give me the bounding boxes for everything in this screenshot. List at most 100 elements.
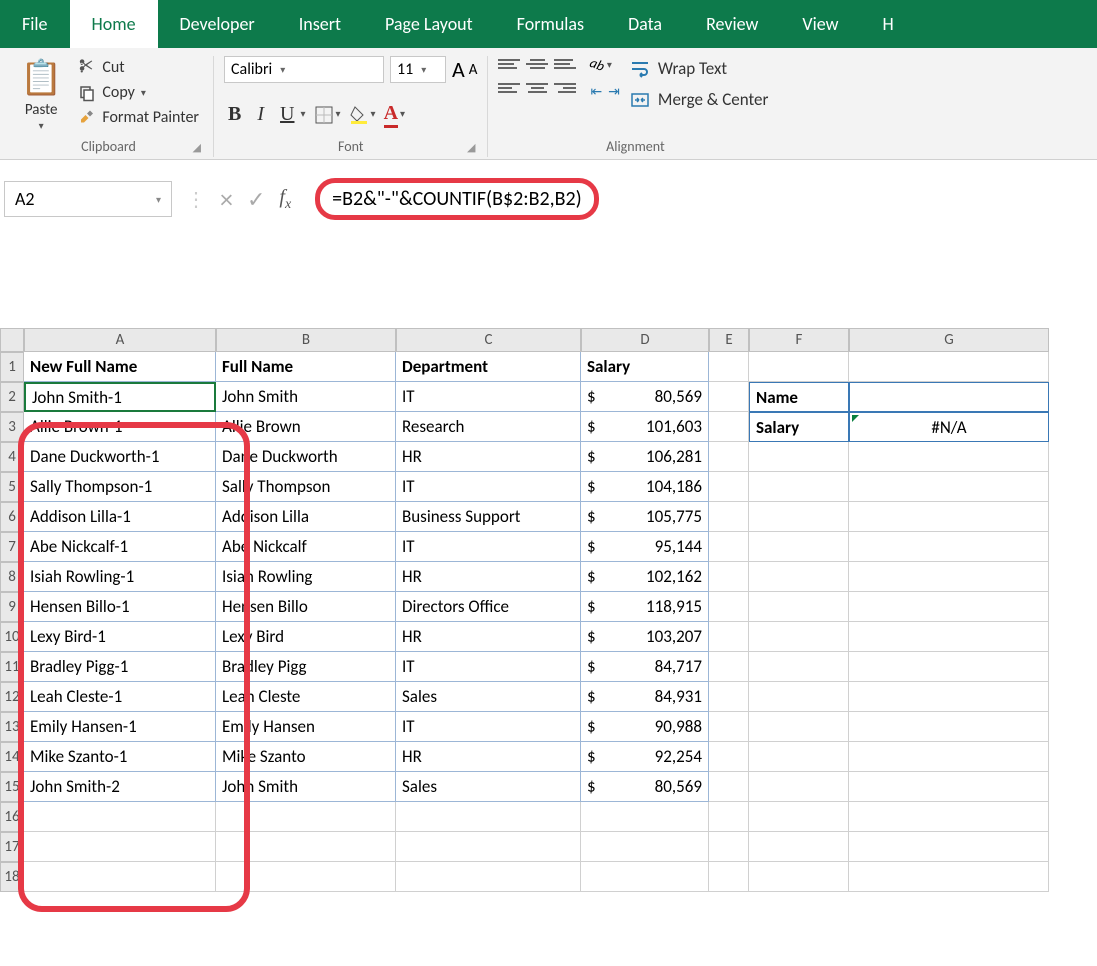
- cell[interactable]: [709, 862, 749, 892]
- chevron-down-icon[interactable]: ▾: [39, 119, 44, 132]
- fill-color-button[interactable]: ▾: [349, 105, 376, 125]
- cell[interactable]: IT: [396, 382, 581, 412]
- cell[interactable]: [849, 502, 1049, 532]
- cell[interactable]: Bradley Pigg-1: [24, 652, 216, 682]
- cell[interactable]: Directors Office: [396, 592, 581, 622]
- cell[interactable]: Addison Lilla-1: [24, 502, 216, 532]
- cell[interactable]: [749, 532, 849, 562]
- decrease-font-button[interactable]: A: [471, 61, 478, 79]
- increase-font-button[interactable]: A: [452, 56, 465, 83]
- cell[interactable]: [849, 442, 1049, 472]
- merge-center-button[interactable]: Merge & Center: [630, 89, 768, 110]
- cell[interactable]: [709, 832, 749, 862]
- cell[interactable]: Hensen Billo: [216, 592, 396, 622]
- chevron-down-icon[interactable]: ▾: [400, 109, 405, 120]
- cell[interactable]: $102,162: [581, 562, 709, 592]
- cell[interactable]: Dane Duckworth: [216, 442, 396, 472]
- col-header[interactable]: A: [24, 328, 216, 352]
- row-header[interactable]: 15: [0, 772, 24, 802]
- spreadsheet-grid[interactable]: 1 2 3 4 5 6 7 8 9 10 11 12 13 14 15 16 1…: [0, 328, 1097, 892]
- underline-button[interactable]: U: [276, 101, 298, 128]
- tab-formulas[interactable]: Formulas: [495, 0, 606, 48]
- select-all-corner[interactable]: [0, 328, 24, 352]
- wrap-text-button[interactable]: Wrap Text: [630, 58, 768, 79]
- cell[interactable]: Sally Thompson: [216, 472, 396, 502]
- row-header[interactable]: 14: [0, 742, 24, 772]
- cell[interactable]: $80,569: [581, 772, 709, 802]
- cell[interactable]: [581, 832, 709, 862]
- row-header[interactable]: 5: [0, 472, 24, 502]
- cell[interactable]: [709, 562, 749, 592]
- cell[interactable]: [749, 622, 849, 652]
- chevron-down-icon[interactable]: ▾: [156, 193, 161, 206]
- align-top-button[interactable]: [498, 56, 520, 72]
- orientation-button[interactable]: ab ▾: [590, 56, 619, 73]
- cell[interactable]: [24, 832, 216, 862]
- cell[interactable]: HR: [396, 742, 581, 772]
- tab-insert[interactable]: Insert: [277, 0, 363, 48]
- font-color-button[interactable]: A ▾: [384, 102, 405, 128]
- cell[interactable]: $95,144: [581, 532, 709, 562]
- cell[interactable]: $118,915: [581, 592, 709, 622]
- cell[interactable]: Isiah Rowling-1: [24, 562, 216, 592]
- chevron-down-icon[interactable]: ▾: [141, 86, 146, 99]
- cell[interactable]: [749, 802, 849, 832]
- cell[interactable]: Dane Duckworth-1: [24, 442, 216, 472]
- lookup-salary-value[interactable]: #N/A: [849, 412, 1049, 442]
- cell[interactable]: John Smith: [216, 382, 396, 412]
- cell[interactable]: Sales: [396, 682, 581, 712]
- bold-button[interactable]: B: [224, 101, 245, 128]
- cell[interactable]: [849, 742, 1049, 772]
- cell[interactable]: [709, 592, 749, 622]
- cell[interactable]: [749, 562, 849, 592]
- tab-review[interactable]: Review: [684, 0, 780, 48]
- cut-button[interactable]: Cut: [78, 58, 199, 77]
- row-header[interactable]: 18: [0, 862, 24, 892]
- col-header[interactable]: E: [709, 328, 749, 352]
- italic-button[interactable]: I: [253, 101, 268, 128]
- cell[interactable]: [709, 682, 749, 712]
- tab-trunc[interactable]: H: [860, 0, 915, 48]
- format-painter-button[interactable]: Format Painter: [78, 108, 199, 127]
- cell[interactable]: [849, 832, 1049, 862]
- row-header[interactable]: 13: [0, 712, 24, 742]
- cell[interactable]: [709, 802, 749, 832]
- cell[interactable]: [849, 352, 1049, 382]
- cell[interactable]: [581, 862, 709, 892]
- paste-button[interactable]: 📋 Paste ▾: [14, 56, 68, 134]
- cell[interactable]: [24, 802, 216, 832]
- tab-page-layout[interactable]: Page Layout: [363, 0, 495, 48]
- row-header[interactable]: 17: [0, 832, 24, 862]
- cell[interactable]: Emily Hansen-1: [24, 712, 216, 742]
- border-button[interactable]: ▾: [314, 105, 341, 125]
- cell[interactable]: $92,254: [581, 742, 709, 772]
- cell[interactable]: John Smith-2: [24, 772, 216, 802]
- cell[interactable]: Lexy Bird-1: [24, 622, 216, 652]
- align-bottom-button[interactable]: [554, 56, 576, 72]
- row-header[interactable]: 8: [0, 562, 24, 592]
- cell[interactable]: Lexy Bird: [216, 622, 396, 652]
- cell[interactable]: $84,717: [581, 652, 709, 682]
- cell[interactable]: John Smith: [216, 772, 396, 802]
- row-header[interactable]: 12: [0, 682, 24, 712]
- tab-file[interactable]: File: [0, 0, 70, 48]
- row-header[interactable]: 7: [0, 532, 24, 562]
- cell[interactable]: Sales: [396, 772, 581, 802]
- cell[interactable]: [749, 502, 849, 532]
- cell[interactable]: $90,988: [581, 712, 709, 742]
- cell[interactable]: [849, 772, 1049, 802]
- cell[interactable]: [749, 772, 849, 802]
- cell[interactable]: Mike Szanto-1: [24, 742, 216, 772]
- cell[interactable]: HR: [396, 562, 581, 592]
- cell[interactable]: [24, 862, 216, 892]
- cell[interactable]: IT: [396, 652, 581, 682]
- cell[interactable]: Sally Thompson-1: [24, 472, 216, 502]
- cell[interactable]: [749, 862, 849, 892]
- row-header[interactable]: 10: [0, 622, 24, 652]
- cell[interactable]: Leah Cleste: [216, 682, 396, 712]
- cell[interactable]: [709, 412, 749, 442]
- cancel-formula-button[interactable]: ×: [220, 183, 233, 215]
- cell[interactable]: Mike Szanto: [216, 742, 396, 772]
- cell[interactable]: [749, 352, 849, 382]
- tab-home[interactable]: Home: [70, 0, 158, 48]
